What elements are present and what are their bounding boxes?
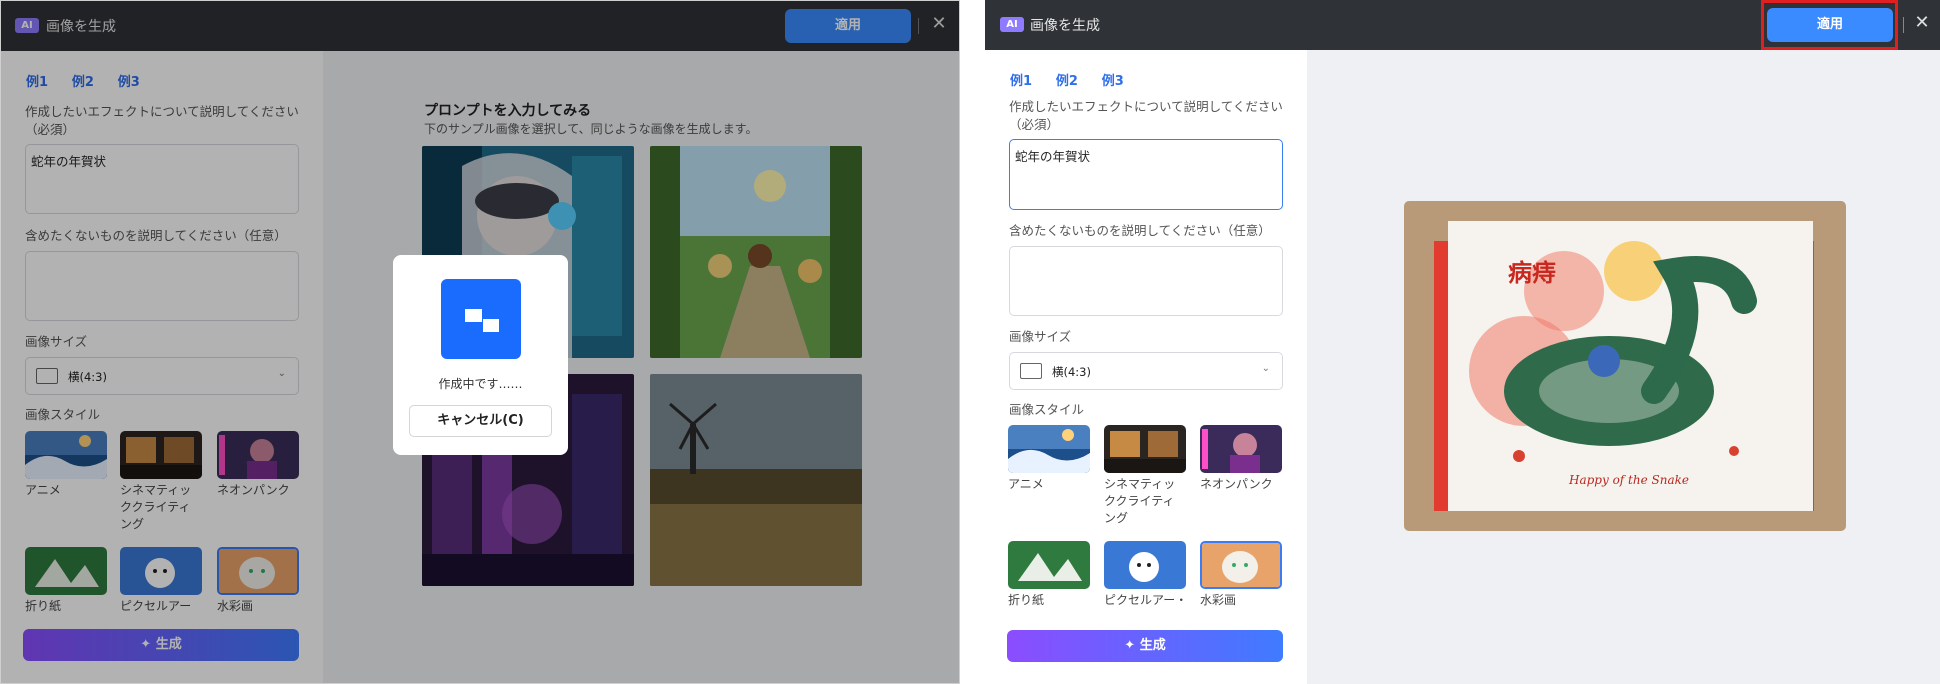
style-label-cinematic: シネマティッククライティング — [1104, 477, 1176, 525]
style-label-watercolor: 水彩画 — [1200, 593, 1237, 607]
effect-input[interactable]: 蛇年の年賀状 — [1009, 139, 1283, 210]
cancel-button[interactable]: キャンセル(C) — [409, 405, 552, 437]
tab-example-1[interactable]: 例1 — [1010, 70, 1032, 89]
style-label: 画像スタイル — [1009, 402, 1085, 417]
style-label-neonpunk: ネオンパンク — [1200, 477, 1273, 491]
negative-label: 含めたくないものを説明してください（任意） — [1009, 223, 1271, 238]
settings-panel: 例1 例2 例3 作成したいエフェクトについて説明してください（必須） 蛇年の年… — [985, 50, 1307, 684]
close-icon[interactable]: ✕ — [1912, 13, 1932, 33]
style-label-anime: アニメ — [1008, 477, 1044, 491]
left-window: AI 画像を生成 適用 ✕ 例1 例2 例3 作成したいエフェクトについて説明し… — [0, 0, 960, 684]
right-window: AI 画像を生成 適用 ✕ 例1 例2 例3 作成したいエフェクトについて説明し… — [985, 0, 1940, 684]
negative-input[interactable] — [1009, 246, 1283, 316]
progress-dialog: 作成中です…… キャンセル(C) — [393, 255, 568, 455]
generate-label: 生成 — [1139, 638, 1166, 653]
effect-label: 作成したいエフェクトについて説明してください（必須） — [1009, 99, 1283, 132]
app-logo-icon — [441, 279, 521, 359]
generated-image[interactable]: 病痔 Happy of the Snake — [1404, 201, 1846, 531]
style-thumb-watercolor[interactable] — [1200, 541, 1282, 589]
sparkle-icon: ✦ — [1124, 638, 1136, 653]
app-title: 画像を生成 — [1030, 18, 1100, 34]
size-select[interactable]: 横(4:3) ⌄ — [1009, 352, 1283, 390]
progress-status: 作成中です…… — [438, 377, 523, 391]
style-label-origami: 折り紙 — [1008, 593, 1045, 607]
ai-badge: AI — [1000, 17, 1024, 32]
size-label: 画像サイズ — [1009, 329, 1072, 344]
style-thumb-cinematic[interactable] — [1104, 425, 1186, 473]
size-value: 横(4:3) — [1052, 365, 1091, 379]
style-thumb-origami[interactable] — [1008, 541, 1090, 589]
style-thumb-pixelart[interactable] — [1104, 541, 1186, 589]
titlebar-divider — [1903, 17, 1904, 33]
style-thumb-anime[interactable] — [1008, 425, 1090, 473]
generate-button[interactable]: ✦ 生成 — [1007, 630, 1283, 662]
aspect-ratio-icon — [1020, 363, 1042, 379]
tab-example-2[interactable]: 例2 — [1056, 70, 1078, 89]
apply-highlight — [1761, 0, 1898, 50]
card-caption: Happy of the Snake — [1569, 473, 1689, 487]
style-thumb-neonpunk[interactable] — [1200, 425, 1282, 473]
chevron-down-icon: ⌄ — [1261, 363, 1270, 374]
card-characters: 病痔 — [1508, 258, 1556, 287]
style-label-pixelart: ピクセルアー・ — [1104, 593, 1188, 607]
preview-canvas: 病痔 Happy of the Snake — [1307, 50, 1940, 684]
tab-example-3[interactable]: 例3 — [1102, 70, 1124, 89]
example-tabs: 例1 例2 例3 — [1010, 70, 1144, 89]
